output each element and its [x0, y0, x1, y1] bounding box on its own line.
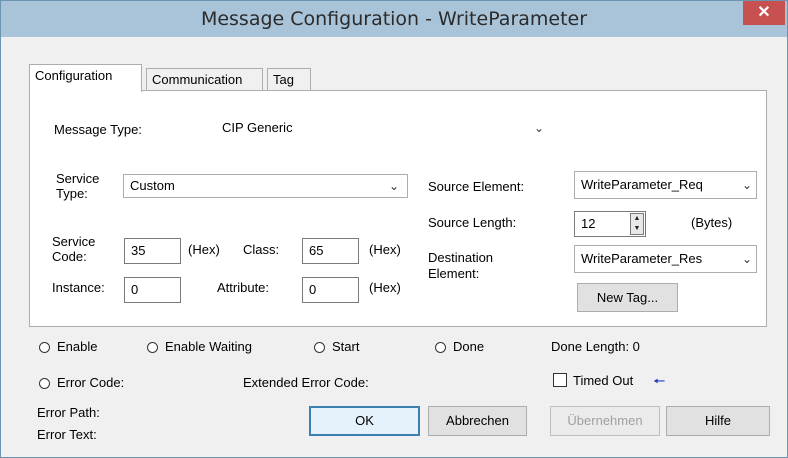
destination-element-label: Destination Element: [428, 250, 493, 282]
done-label: Done [453, 339, 485, 354]
tab-label: Configuration [35, 68, 113, 83]
source-element-value: WriteParameter_Req [581, 177, 703, 192]
attribute-unit: (Hex) [369, 280, 401, 295]
start-label: Start [332, 339, 360, 354]
service-type-label-line2: Type: [56, 186, 88, 201]
error-code-indicator [39, 378, 50, 389]
class-input[interactable]: 65 [302, 238, 359, 264]
title-bar[interactable]: Message Configuration - WriteParameter ✕ [1, 1, 787, 37]
window-title: Message Configuration - WriteParameter [200, 8, 588, 30]
enable-waiting-indicator [147, 342, 158, 353]
chevron-down-icon: ⌄ [388, 179, 399, 193]
destination-element-label-line2: Element: [428, 266, 480, 281]
enable-waiting-label: Enable Waiting [165, 339, 252, 354]
tab-communication[interactable]: Communication [146, 68, 263, 92]
attribute-input[interactable]: 0 [302, 277, 359, 303]
spin-down-icon[interactable]: ▼ [631, 224, 643, 234]
service-type-value: Custom [130, 178, 175, 193]
message-type-value: CIP Generic [222, 120, 293, 135]
enable-indicator [39, 342, 50, 353]
help-button[interactable]: Hilfe [666, 406, 770, 436]
tab-configuration[interactable]: Configuration [29, 64, 142, 92]
message-type-select[interactable]: CIP Generic ⌄ [215, 116, 553, 140]
instance-label: Instance: [52, 280, 105, 295]
done-length-label: Done Length: 0 [551, 339, 640, 354]
message-type-label: Message Type: [54, 122, 142, 137]
destination-element-value: WriteParameter_Res [581, 251, 703, 266]
arrow-left-icon: 🠔 [653, 374, 666, 390]
service-type-label-line1: Service [56, 171, 100, 186]
destination-element-select[interactable]: WriteParameter_Res ⌄ [574, 245, 757, 273]
done-indicator [435, 342, 446, 353]
service-code-unit: (Hex) [188, 242, 220, 257]
source-element-select[interactable]: WriteParameter_Req ⌄ [574, 171, 757, 199]
error-path-label: Error Path: [37, 405, 100, 420]
chevron-down-icon: ⌄ [533, 121, 544, 135]
source-length-label: Source Length: [428, 215, 517, 230]
timed-out-label: Timed Out [573, 373, 634, 388]
apply-button[interactable]: Übernehmen [550, 406, 660, 436]
message-configuration-dialog: Message Configuration - WriteParameter ✕… [0, 0, 788, 458]
source-length-spinner[interactable]: ▲ ▼ [630, 213, 644, 235]
instance-input[interactable]: 0 [124, 277, 181, 303]
service-code-label-line2: Code: [52, 249, 87, 264]
destination-element-label-line1: Destination [428, 250, 494, 265]
ok-button[interactable]: OK [309, 406, 420, 436]
enable-label: Enable [57, 339, 98, 354]
close-icon: ✕ [757, 4, 771, 21]
start-indicator [314, 342, 325, 353]
extended-error-code-label: Extended Error Code: [243, 375, 369, 390]
service-code-label: Service Code: [52, 234, 95, 264]
tab-label: Tag [273, 72, 294, 87]
tab-label: Communication [152, 72, 243, 87]
close-button[interactable]: ✕ [743, 1, 785, 25]
attribute-label: Attribute: [217, 280, 270, 295]
chevron-down-icon: ⌄ [741, 178, 752, 192]
error-text-label: Error Text: [37, 427, 97, 442]
class-label: Class: [243, 242, 280, 257]
service-code-input[interactable]: 35 [124, 238, 181, 264]
cancel-button[interactable]: Abbrechen [428, 406, 527, 436]
spin-up-icon[interactable]: ▲ [631, 214, 643, 224]
chevron-down-icon: ⌄ [741, 252, 752, 266]
class-unit: (Hex) [369, 242, 401, 257]
error-code-label: Error Code: [57, 375, 125, 390]
tab-tag[interactable]: Tag [267, 68, 311, 92]
service-type-select[interactable]: Custom ⌄ [123, 174, 408, 198]
configuration-panel: Message Type: CIP Generic ⌄ Service Type… [29, 90, 767, 327]
service-type-label: Service Type: [56, 171, 99, 201]
source-element-label: Source Element: [428, 179, 525, 194]
source-length-unit: (Bytes) [691, 215, 733, 230]
timed-out-checkbox[interactable] [553, 373, 567, 387]
new-tag-button[interactable]: New Tag... [577, 283, 678, 312]
service-code-label-line1: Service [52, 234, 96, 249]
